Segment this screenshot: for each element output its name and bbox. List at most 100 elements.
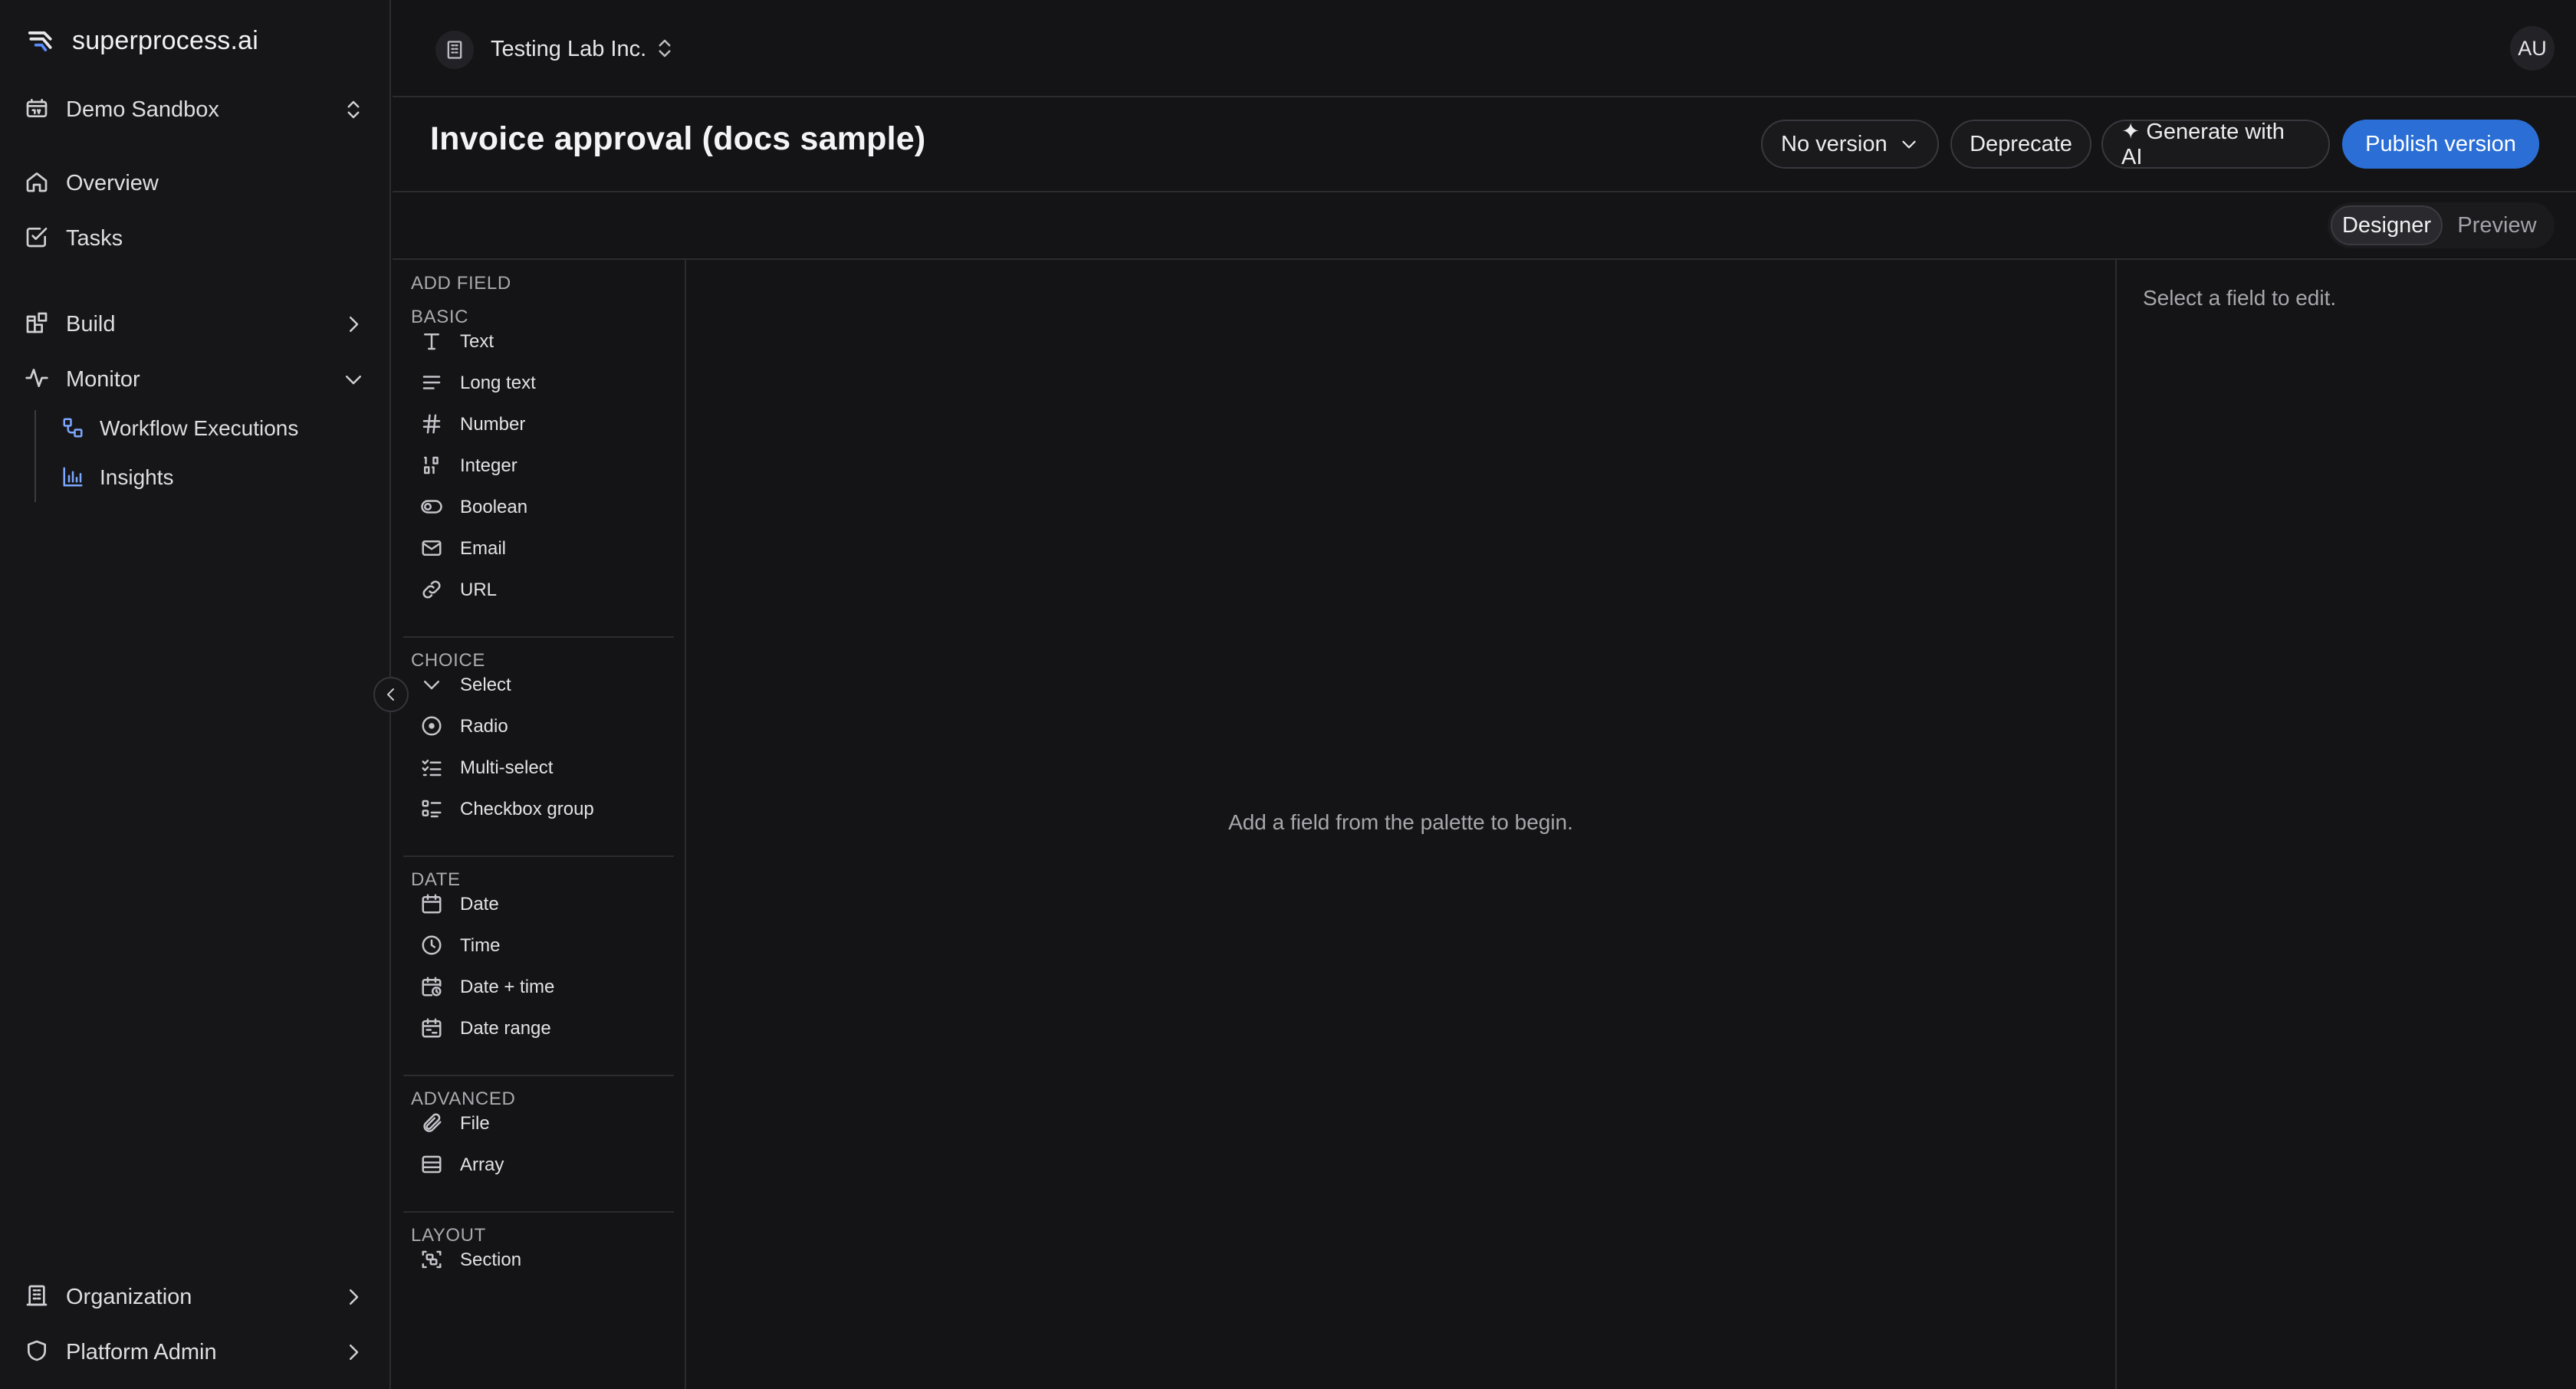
palette-item-section[interactable]: Section (420, 1242, 674, 1279)
sidebar-item-build[interactable]: Build (25, 305, 365, 343)
palette-title: ADD FIELD (411, 273, 511, 294)
avatar[interactable]: AU (2510, 26, 2555, 71)
palette-item-multi-select[interactable]: Multi-select (420, 750, 674, 786)
field-palette: ADD FIELD BASIC Text Long text Number In… (393, 260, 686, 1389)
palette-item-text[interactable]: Text (420, 323, 674, 360)
palette-divider (403, 636, 674, 638)
page-title: Invoice approval (docs sample) (430, 120, 926, 157)
palette-item-label: Integer (460, 455, 518, 476)
palette-item-url[interactable]: URL (420, 572, 674, 609)
palette-item-file[interactable]: File (420, 1105, 674, 1142)
sidebar-item-label: Workflow Executions (100, 416, 299, 440)
sidebar-item-label: Organization (66, 1284, 192, 1309)
tree-line (34, 410, 36, 502)
palette-item-date-time[interactable]: Date + time (420, 969, 674, 1006)
chevron-down-icon (1899, 134, 1919, 154)
generate-with-ai-button[interactable]: ✦ Generate with AI (2101, 120, 2330, 169)
bar-chart-icon (61, 465, 86, 490)
palette-item-label: Date + time (460, 977, 555, 997)
palette-item-radio[interactable]: Radio (420, 708, 674, 745)
chevron-up-down-icon[interactable] (653, 37, 676, 60)
version-select[interactable]: No version (1761, 120, 1939, 169)
org-icon[interactable] (435, 31, 474, 69)
chevron-up-down-icon (342, 98, 365, 121)
workspace-name: Demo Sandbox (66, 97, 219, 122)
palette-item-label: Time (460, 935, 501, 956)
activity-icon (25, 366, 52, 393)
link-icon (420, 578, 445, 603)
sidebar-item-label: Insights (100, 465, 174, 489)
sidebar-item-platform-admin[interactable]: Platform Admin (25, 1333, 365, 1371)
sidebar-item-organization[interactable]: Organization (25, 1278, 365, 1316)
palette-item-label: Date range (460, 1018, 551, 1039)
sidebar-item-label: Build (66, 311, 116, 337)
hash-icon (420, 412, 445, 437)
palette-item-label: Multi-select (460, 757, 554, 778)
top-bar: Testing Lab Inc. AU (393, 0, 2576, 97)
rows-icon (420, 1153, 445, 1177)
palette-item-select[interactable]: Select (420, 667, 674, 704)
publish-version-button[interactable]: Publish version (2342, 120, 2539, 169)
mode-toggle: Designer Preview (2328, 202, 2555, 248)
sidebar-item-monitor[interactable]: Monitor (25, 360, 365, 399)
chevron-down-icon (420, 673, 445, 698)
chevron-down-icon (342, 368, 365, 391)
sidebar-item-label: Tasks (66, 225, 123, 251)
palette-item-label: Boolean (460, 497, 528, 517)
building-icon (25, 1283, 52, 1311)
brand[interactable]: superprocess.ai (26, 26, 258, 56)
palette-item-integer[interactable]: Integer (420, 448, 674, 484)
tab-designer[interactable]: Designer (2331, 205, 2443, 245)
palette-item-date[interactable]: Date (420, 886, 674, 923)
group-icon (420, 1248, 445, 1272)
palette-item-label: Long text (460, 373, 536, 393)
inspector-empty-message: Select a field to edit. (2143, 286, 2337, 310)
palette-item-email[interactable]: Email (420, 530, 674, 567)
tab-preview[interactable]: Preview (2443, 205, 2551, 245)
workspace-switcher[interactable]: Demo Sandbox (25, 90, 365, 129)
calendar-icon (420, 892, 445, 917)
palette-item-label: Email (460, 538, 507, 559)
shield-icon (25, 1338, 52, 1366)
palette-item-checkbox-group[interactable]: Checkbox group (420, 791, 674, 828)
sidebar-item-insights[interactable]: Insights (61, 458, 365, 497)
align-left-icon (420, 371, 445, 396)
sidebar-item-label: Overview (66, 170, 159, 195)
sidebar-item-overview[interactable]: Overview (25, 164, 365, 202)
text-type-icon (420, 330, 445, 354)
clock-icon (420, 934, 445, 958)
title-bar: Invoice approval (docs sample) No versio… (393, 97, 2576, 192)
palette-item-label: Array (460, 1154, 504, 1175)
palette-divider (403, 1075, 674, 1076)
palette-item-array[interactable]: Array (420, 1147, 674, 1184)
brand-name: superprocess.ai (72, 26, 259, 55)
binary-icon (420, 454, 445, 478)
palette-item-label: URL (460, 580, 498, 600)
palette-item-label: Number (460, 414, 526, 435)
deprecate-button[interactable]: Deprecate (1950, 120, 2091, 169)
palette-item-boolean[interactable]: Boolean (420, 489, 674, 526)
list-todo-icon (420, 797, 445, 822)
home-icon (25, 169, 52, 197)
palette-item-label: Checkbox group (460, 799, 594, 819)
list-checks-icon (420, 756, 445, 780)
canvas-empty-message: Add a field from the palette to begin. (1228, 810, 1573, 834)
palette-item-label: Section (460, 1249, 522, 1270)
form-canvas[interactable]: Add a field from the palette to begin. (686, 260, 2117, 1389)
paperclip-icon (420, 1112, 445, 1136)
checkbox-icon (25, 225, 52, 252)
sidebar-item-label: Monitor (66, 366, 140, 392)
sidebar-item-label: Platform Admin (66, 1339, 217, 1364)
field-inspector: Select a field to edit. (2117, 260, 2576, 1389)
palette-item-date-range[interactable]: Date range (420, 1010, 674, 1047)
org-name[interactable]: Testing Lab Inc. (491, 32, 646, 66)
palette-item-long-text[interactable]: Long text (420, 365, 674, 402)
palette-item-number[interactable]: Number (420, 406, 674, 443)
palette-item-time[interactable]: Time (420, 928, 674, 964)
calendar-clock-icon (420, 975, 445, 1000)
sidebar-item-tasks[interactable]: Tasks (25, 219, 365, 258)
toggle-icon (420, 495, 445, 520)
palette-divider (403, 855, 674, 857)
chevron-right-icon (342, 1286, 365, 1309)
sidebar-item-workflow-executions[interactable]: Workflow Executions (61, 409, 365, 448)
